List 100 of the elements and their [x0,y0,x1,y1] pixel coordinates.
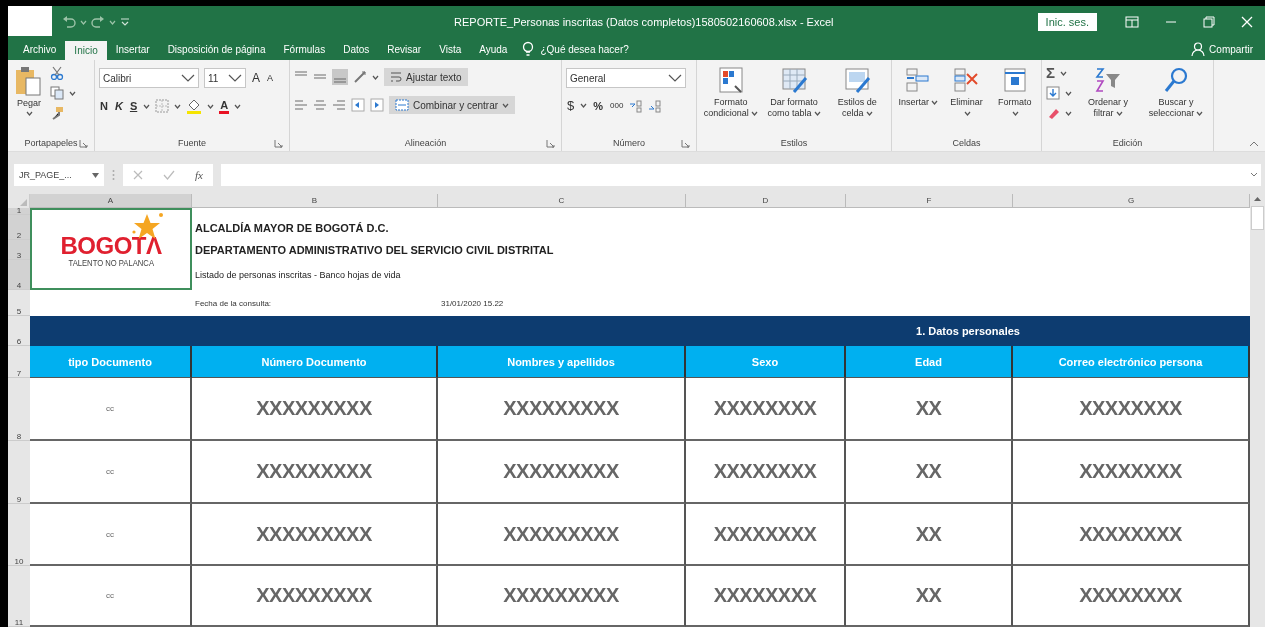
ribbon-button[interactable]: Formato [992,64,1037,121]
caret-icon[interactable] [964,111,971,117]
column-header[interactable]: F [846,194,1013,208]
caret-icon[interactable] [1060,70,1067,76]
vertical-scrollbar[interactable] [1250,194,1265,627]
column-header[interactable]: G [1013,194,1250,208]
font-size-dropdown[interactable]: 11 [204,68,246,88]
row-header[interactable]: 6 [8,316,30,346]
scroll-up-icon[interactable] [1253,196,1262,202]
caret-icon[interactable] [1012,111,1020,117]
thousands-button[interactable]: 000 [609,101,625,110]
number-format-dropdown[interactable]: General [566,68,686,88]
ribbon-button[interactable]: Dar formato como tabla [764,64,824,121]
chevron-icon[interactable] [668,74,682,82]
ribbon-tab[interactable]: Disposición de página [158,38,275,60]
column-header[interactable]: A [30,194,192,208]
ribbon-button[interactable]: Buscar y seleccionar [1144,64,1208,121]
bold-button[interactable]: N [99,100,109,112]
restore-icon[interactable] [1203,16,1215,28]
ribbon-button[interactable]: Insertar [896,64,941,110]
column-header[interactable]: C [438,194,686,208]
caret-icon[interactable] [207,103,215,109]
row-header[interactable]: 1 [8,208,30,215]
customize-icon[interactable] [120,17,130,27]
orientation-icon[interactable] [353,70,367,84]
lightbulb-icon[interactable] [522,41,535,57]
share-button[interactable]: Compartir [1205,38,1265,60]
insert-function-button[interactable]: fx [195,169,203,181]
caret-icon[interactable] [750,111,758,117]
row-header[interactable]: 3 [8,240,30,260]
caret-icon[interactable] [80,19,87,25]
column-header[interactable]: D [686,194,846,208]
caret-icon[interactable] [813,111,821,117]
format-painter-icon[interactable] [50,106,64,120]
caret-icon[interactable] [1065,90,1072,96]
dialog-launcher-icon[interactable] [274,139,283,148]
formula-input[interactable] [221,164,1261,186]
paste-button[interactable]: Pegar [12,64,46,118]
decrease-decimal-icon[interactable] [648,98,663,113]
column-header[interactable]: B [192,194,438,208]
caret-icon[interactable] [372,74,379,80]
caret-icon[interactable] [109,19,116,25]
sign-in-button[interactable]: Inic. ses. [1037,13,1097,31]
row-header[interactable]: 4 [8,260,30,290]
row-header[interactable]: 5 [8,290,30,316]
caret-icon[interactable] [234,103,242,109]
person-icon[interactable] [1191,42,1206,56]
ribbon-button[interactable]: Eliminar [944,64,989,121]
ribbon-button[interactable]: Formato condicional [701,64,761,121]
autosum-button[interactable]: Σ [1046,66,1055,80]
name-box[interactable]: JR_PAGE_... [14,164,104,186]
decrease-font-button[interactable]: A [266,73,275,83]
ribbon-display-icon[interactable] [1125,16,1139,28]
caret-icon[interactable] [92,172,99,178]
chevron-icon[interactable] [228,74,242,82]
copy-icon[interactable] [50,86,64,100]
close-icon[interactable] [1241,16,1253,28]
undo-icon[interactable] [62,16,76,28]
caret-icon[interactable] [69,90,76,96]
increase-font-button[interactable]: A [251,71,261,85]
dialog-launcher-icon[interactable] [681,139,690,148]
merge-center-button[interactable]: Combinar y centrar [389,96,516,114]
wrap-text-button[interactable]: Ajustar texto [384,68,468,86]
tell-me-search[interactable]: ¿Qué desea hacer? [534,38,629,60]
fill-color-icon[interactable] [186,98,203,114]
fill-down-icon[interactable] [1046,86,1060,100]
caret-icon[interactable] [25,111,33,116]
ribbon-tab[interactable]: Fórmulas [274,38,335,60]
row-header[interactable]: 8 [8,378,30,441]
font-name-dropdown[interactable]: Calibri [99,68,199,88]
increase-indent-icon[interactable] [370,98,384,112]
currency-button[interactable]: $ [566,98,576,113]
ribbon-tab[interactable]: Archivo [14,38,66,60]
caret-icon[interactable] [930,100,938,106]
dialog-launcher-icon[interactable] [546,139,555,148]
caret-icon[interactable] [1196,111,1204,117]
increase-decimal-icon[interactable] [629,98,644,113]
caret-icon[interactable] [174,103,182,109]
italic-button[interactable]: K [113,100,124,112]
ribbon-tab[interactable]: Revisar [378,38,431,60]
row-header[interactable]: 7 [8,346,30,378]
eraser-icon[interactable] [1046,106,1060,120]
row-header[interactable]: 2 [8,215,30,240]
caret-icon[interactable] [1065,110,1072,116]
dialog-launcher-icon[interactable] [79,139,88,148]
collapse-ribbon-icon[interactable] [1249,140,1259,147]
decrease-indent-icon[interactable] [351,98,365,112]
ribbon-tab[interactable]: Datos [334,38,379,60]
ribbon-tab[interactable]: Ayuda [470,38,517,60]
caret-icon[interactable] [1115,111,1123,117]
scroll-thumb[interactable] [1251,206,1264,230]
redo-icon[interactable] [91,16,105,28]
caret-icon[interactable] [865,111,873,117]
row-header[interactable]: 9 [8,441,30,504]
expand-icon[interactable] [1250,172,1258,178]
row-header[interactable]: 11 [8,566,30,627]
row-header[interactable]: 10 [8,504,30,566]
caret-icon[interactable] [580,103,588,108]
chevron-icon[interactable] [181,74,195,82]
scissors-icon[interactable] [50,66,64,80]
